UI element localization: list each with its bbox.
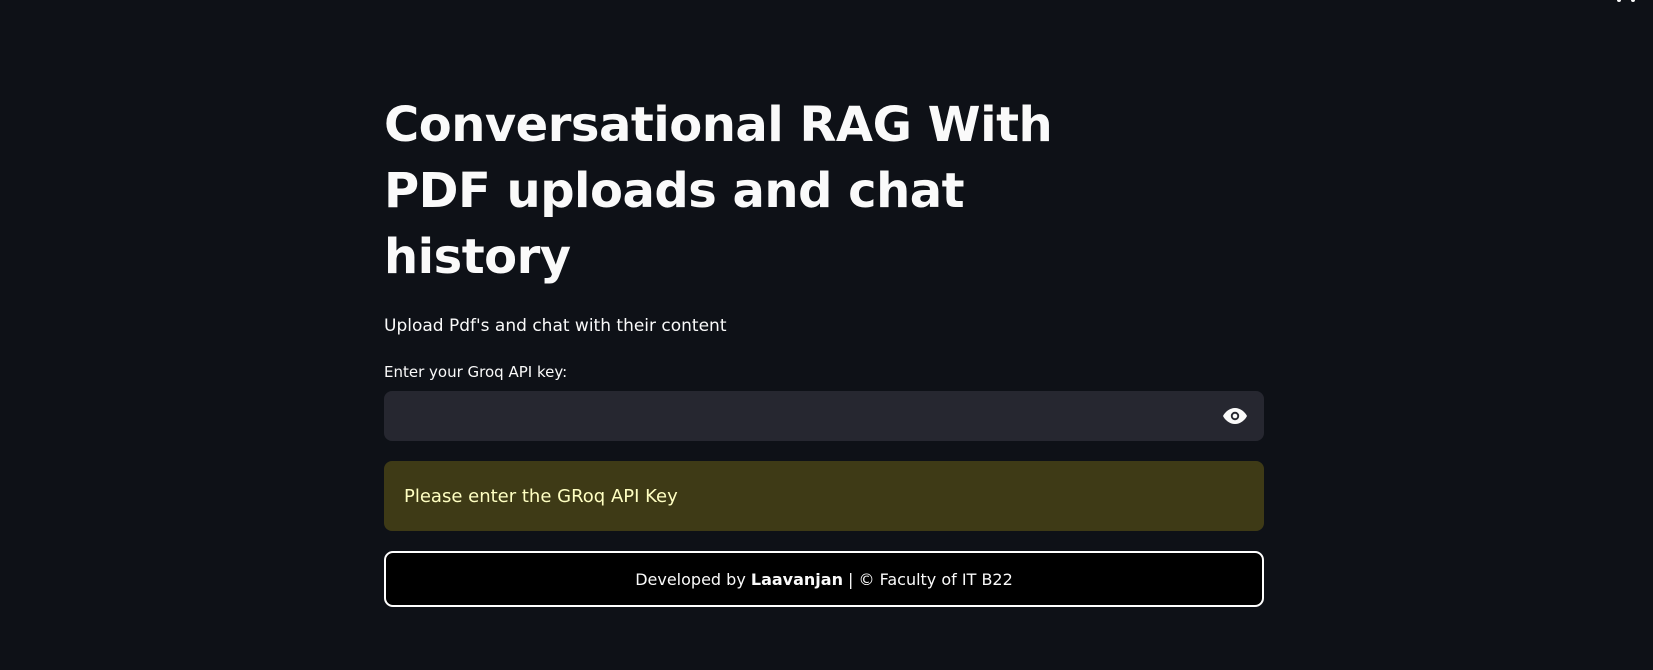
page-title: Conversational RAG With PDF uploads and … xyxy=(384,97,1053,285)
menu-dot xyxy=(1631,0,1635,2)
main-menu-icon[interactable] xyxy=(1607,0,1635,6)
footer-prefix: Developed by xyxy=(635,569,751,589)
page-subtitle: Upload Pdf's and chat with their content xyxy=(384,316,727,336)
footer-author: Laavanjan xyxy=(750,569,843,589)
eye-icon xyxy=(1223,408,1247,424)
menu-dot xyxy=(1617,0,1621,2)
app-page: Conversational RAG With PDF uploads and … xyxy=(0,0,1653,670)
footer-credit: Developed by Laavanjan | © Faculty of IT… xyxy=(384,551,1264,607)
api-key-label: Enter your Groq API key: xyxy=(384,363,568,381)
warning-alert: Please enter the GRoq API Key xyxy=(384,461,1264,531)
warning-text: Please enter the GRoq API Key xyxy=(404,485,678,507)
main-content: Conversational RAG With PDF uploads and … xyxy=(384,92,1264,607)
show-password-button[interactable] xyxy=(1222,404,1248,428)
api-key-input-container xyxy=(384,391,1264,441)
api-key-input[interactable] xyxy=(384,391,1264,441)
footer-suffix: | © Faculty of IT B22 xyxy=(842,569,1013,589)
